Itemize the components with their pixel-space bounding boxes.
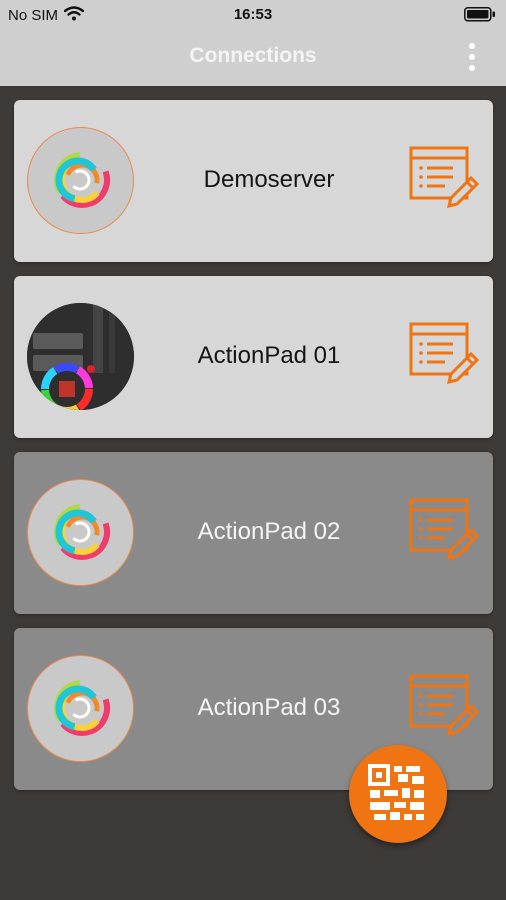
app-header: Connections — [0, 30, 506, 86]
scan-qr-button[interactable] — [349, 745, 447, 843]
connection-card-actionpad-01[interactable]: ActionPad 01 — [14, 276, 493, 438]
edit-connection-icon[interactable] — [409, 674, 480, 744]
connection-card-actionpad-02[interactable]: ActionPad 02 — [14, 452, 493, 614]
app-logo-icon — [27, 655, 134, 762]
app-logo-icon — [27, 479, 134, 586]
app-logo-icon — [27, 127, 134, 234]
qr-code-icon — [368, 764, 424, 820]
connection-name: Demoserver — [203, 166, 335, 193]
connection-name: ActionPad 03 — [197, 694, 341, 721]
connection-name: ActionPad 01 — [197, 342, 341, 369]
battery-icon — [464, 7, 496, 26]
connection-name: ActionPad 02 — [197, 518, 341, 545]
connection-card-demoserver[interactable]: Demoserver — [14, 100, 493, 262]
edit-connection-icon[interactable] — [409, 322, 480, 392]
status-time: 16:53 — [233, 6, 273, 23]
page-title: Connections — [189, 44, 317, 67]
more-vertical-icon[interactable] — [464, 43, 480, 73]
color-wheel-screenshot-icon — [27, 303, 134, 410]
edit-connection-icon[interactable] — [409, 498, 480, 568]
edit-connection-icon[interactable] — [409, 146, 480, 216]
status-bar: No SIM 16:53 — [0, 0, 506, 30]
